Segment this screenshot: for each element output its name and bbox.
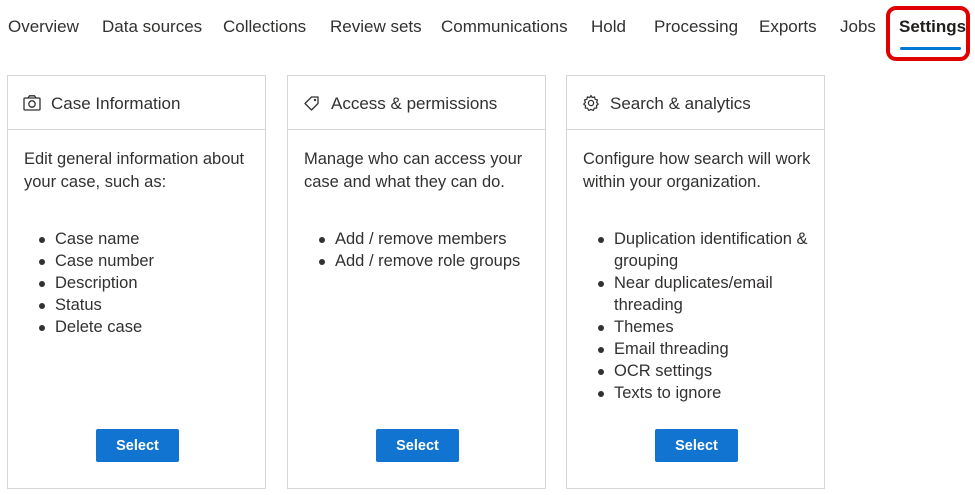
case-information-card: Case Information Edit general informatio… (7, 75, 266, 489)
camera-icon (23, 95, 41, 111)
card-header: Case Information (8, 76, 265, 130)
tab-processing[interactable]: Processing (654, 16, 738, 38)
list-item: Status (24, 294, 260, 316)
tab-exports[interactable]: Exports (759, 16, 817, 38)
case-information-select-button[interactable]: Select (96, 429, 179, 462)
card-list: Duplication identification & grouping Ne… (583, 228, 819, 404)
tab-overview[interactable]: Overview (8, 16, 79, 38)
card-title: Case Information (51, 94, 181, 113)
tab-data-sources[interactable]: Data sources (102, 16, 202, 38)
list-item: Description (24, 272, 260, 294)
top-navigation: Overview Data sources Collections Review… (0, 0, 975, 61)
card-description: Edit general information about your case… (24, 150, 245, 191)
list-item: Case name (24, 228, 260, 250)
card-description: Configure how search will work within yo… (583, 150, 811, 191)
highlight-box (886, 6, 970, 61)
list-item: Themes (583, 316, 819, 338)
tab-review-sets[interactable]: Review sets (330, 16, 422, 38)
list-item: Add / remove members (304, 228, 540, 250)
access-permissions-card: Access & permissions Manage who can acce… (287, 75, 546, 489)
card-list: Case name Case number Description Status… (24, 228, 260, 338)
gear-icon (583, 94, 599, 111)
tab-hold[interactable]: Hold (591, 16, 626, 38)
card-title: Search & analytics (610, 94, 751, 113)
search-analytics-card: Search & analytics Configure how search … (566, 75, 825, 489)
list-item: Case number (24, 250, 260, 272)
access-permissions-select-button[interactable]: Select (376, 429, 459, 462)
list-item: Near duplicates/email threading (583, 272, 819, 316)
card-list: Add / remove members Add / remove role g… (304, 228, 540, 272)
list-item: Duplication identification & grouping (583, 228, 819, 272)
list-item: OCR settings (583, 360, 819, 382)
card-title: Access & permissions (331, 94, 498, 113)
search-analytics-select-button[interactable]: Select (655, 429, 738, 462)
card-description: Manage who can access your case and what… (304, 150, 523, 191)
list-item: Add / remove role groups (304, 250, 540, 272)
list-item: Email threading (583, 338, 819, 360)
tab-communications[interactable]: Communications (441, 16, 568, 38)
card-header: Access & permissions (288, 76, 545, 130)
list-item: Delete case (24, 316, 260, 338)
card-header: Search & analytics (567, 76, 824, 130)
tab-collections[interactable]: Collections (223, 16, 306, 38)
tab-jobs[interactable]: Jobs (840, 16, 876, 38)
tag-icon (304, 96, 319, 111)
list-item: Texts to ignore (583, 382, 819, 404)
